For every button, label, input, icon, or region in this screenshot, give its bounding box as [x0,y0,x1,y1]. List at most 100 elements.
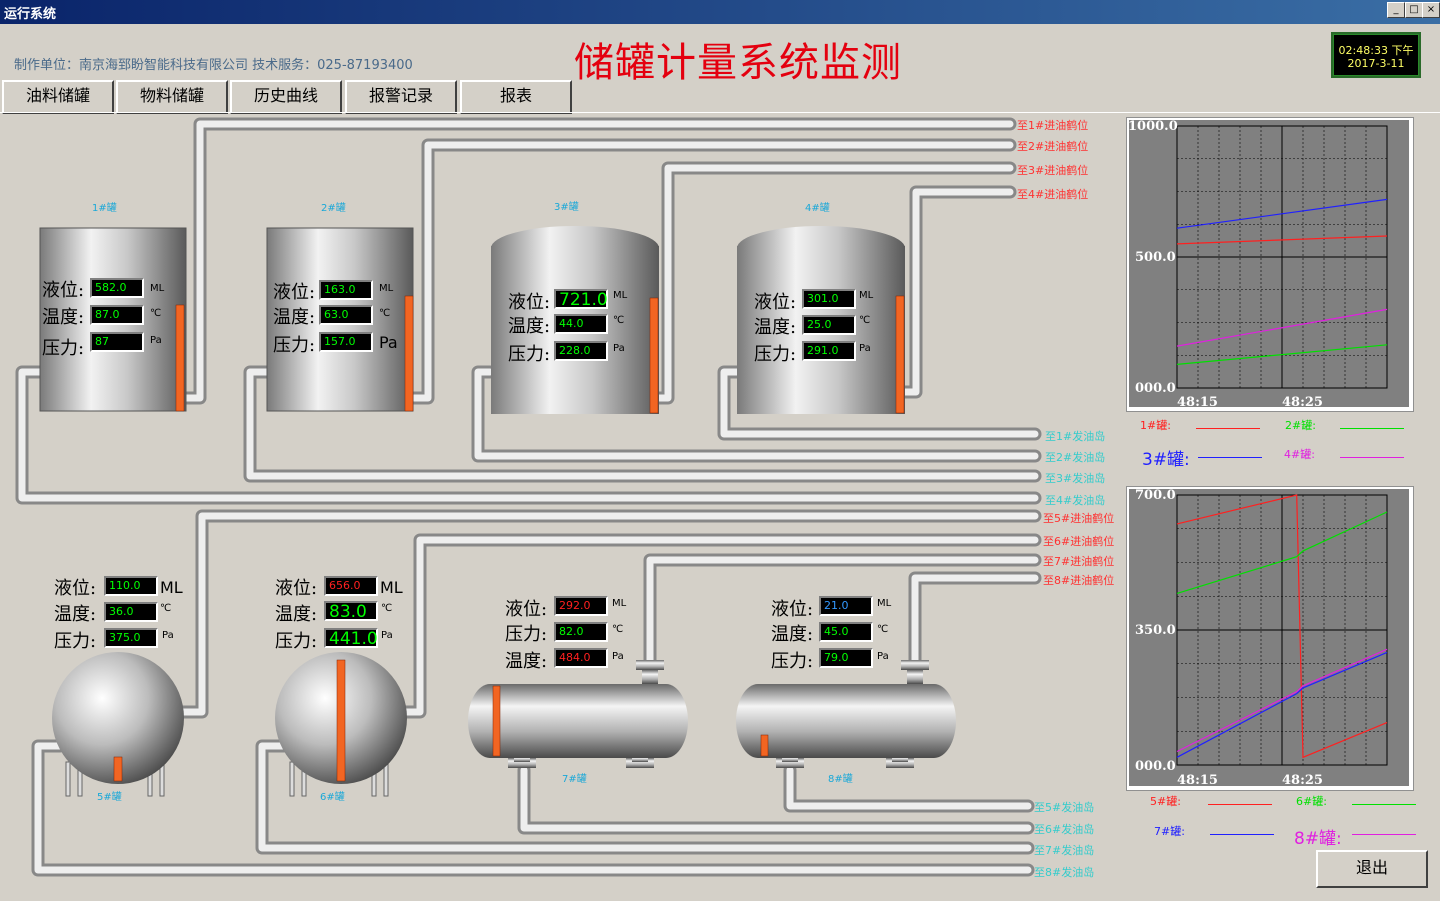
chart2-ytick-top: 700.0 [1135,488,1176,503]
tank-3-level-unit: ML [613,290,628,301]
tank-8-vessel [736,660,956,768]
tank-3-pressure-unit: Pa [613,343,625,354]
tank-6-pressure-label: 压力: [275,631,318,652]
tank-1-temp-label: 温度: [42,307,85,328]
tank-4-level-bar [895,295,905,414]
dest-inlet-6: 至6#进油鹤位 [1043,535,1115,548]
dest-inlet-1: 至1#进油鹤位 [1017,119,1089,132]
legend-tank-8: 8#罐: [1294,829,1342,849]
tank-7-level-value: 292.0 [554,596,608,616]
tank-2-level-value: 163.0 [319,280,373,300]
tank-5-temp-unit: ℃ [160,603,172,614]
tank-4-temp-label: 温度: [754,317,797,338]
tank-2-temp-value: 63.0 [319,305,373,325]
trend-chart-2: 700.0 350.0 000.0 48:15 48:25 [1126,486,1414,791]
chart1-ytick-top: 1000.0 [1128,119,1178,134]
tank-4-level-value: 301.0 [802,289,856,309]
legend-line-8 [1352,834,1416,835]
chart1-ytick-mid: 500.0 [1135,250,1176,265]
tank-6-level-value: 656.0 [324,576,378,596]
tank-5-temp-label: 温度: [54,604,97,625]
legend-tank-7: 7#罐: [1154,825,1185,838]
tank-7-pressure-label: 压力: [505,624,548,645]
tank-6-name: 6#罐 [320,792,345,803]
exit-button[interactable]: 退出 [1316,850,1428,888]
dest-inlet-8: 至8#进油鹤位 [1043,574,1115,587]
tank-2-level-unit: ML [379,283,394,294]
tank-8-temp-value: 45.0 [819,622,873,642]
dest-inlet-3: 至3#进油鹤位 [1017,164,1089,177]
tank-6-level-label: 液位: [275,578,318,599]
tank-4-temp-unit: ℃ [859,315,871,326]
tank-3-level-value: 721.0 [554,289,608,309]
tank-8-temp-unit: ℃ [877,624,889,635]
legend-line-1 [1196,428,1260,429]
tank-7-level-bar [492,685,501,757]
legend-tank-6: 6#罐: [1296,795,1327,808]
tank-1-temp-unit: ℃ [150,308,162,319]
tank-3-pressure-label: 压力: [508,344,551,365]
legend-line-4 [1340,457,1404,458]
chart2-xtick-1: 48:15 [1177,773,1218,788]
chart2-xtick-2: 48:25 [1282,773,1323,788]
tank-2-pressure-unit: Pa [379,333,398,352]
tank-1-level-unit: ML [150,283,165,294]
legend-line-7 [1210,834,1274,835]
tank-1-pressure-unit: Pa [150,335,162,346]
tank-6-pressure-unit: Pa [381,630,393,641]
tank-5-temp-value: 36.0 [104,602,158,622]
dest-outlet-2: 至2#发油岛 [1045,451,1106,464]
chart-grid [1176,494,1388,766]
tank-5-pressure-label: 压力: [54,631,97,652]
tank-3-temp-unit: ℃ [613,315,625,326]
tank-8-temp-label: 温度: [771,624,814,645]
trend-chart-1: 1000.0 500.0 000.0 48:15 48:25 [1126,117,1414,412]
tank-4-pressure-unit: Pa [859,343,871,354]
tank-3-name: 3#罐 [554,202,579,213]
tank-8-name: 8#罐 [828,774,853,785]
tank-1-temp-value: 87.0 [90,305,144,325]
tank-2-pressure-value: 157.0 [319,332,373,352]
tank-8-level-label: 液位: [771,599,814,620]
tank-1-name: 1#罐 [92,203,117,214]
chart2-ytick-mid: 350.0 [1135,623,1176,638]
dest-outlet-6: 至6#发油岛 [1034,823,1095,836]
tank-1-pressure-label: 压力: [42,338,85,359]
tank-2-name: 2#罐 [321,203,346,214]
legend-line-3 [1198,457,1262,458]
tank-2-pressure-label: 压力: [273,335,316,356]
chart1-xtick-1: 48:15 [1177,395,1218,410]
tank-5-pressure-unit: Pa [162,630,174,641]
tank-7-pressure-unit: ℃ [612,624,624,635]
tank-5-level-bar [113,756,123,782]
tank-5-level-label: 液位: [54,578,97,599]
dest-outlet-5: 至5#发油岛 [1034,801,1095,814]
dest-inlet-2: 至2#进油鹤位 [1017,140,1089,153]
tank-7-temp-value: 484.0 [554,648,608,668]
tank-2-level-bar [404,295,414,412]
tank-4-pressure-label: 压力: [754,344,797,365]
tank-7-temp-unit: Pa [612,651,624,662]
chart2-ytick-bottom: 000.0 [1135,759,1176,774]
chart1-ytick-bottom: 000.0 [1135,381,1176,396]
legend-tank-5: 5#罐: [1150,795,1181,808]
chart1-xtick-2: 48:25 [1282,395,1323,410]
tank-6-temp-value: 83.0 [324,601,378,621]
tank-4-name: 4#罐 [805,203,830,214]
tank-5-level-unit: ML [160,578,183,597]
tank-3-pressure-value: 228.0 [554,341,608,361]
tank-3-temp-value: 44.0 [554,314,608,334]
legend-line-2 [1340,428,1404,429]
tank-5-name: 5#罐 [97,792,122,803]
tank-3-level-label: 液位: [508,292,551,313]
tank-7-pressure-value: 82.0 [554,622,608,642]
tank-7-temp-label: 温度: [505,651,548,672]
legend-tank-3: 3#罐: [1142,450,1190,470]
chart-grid [1176,125,1388,389]
tank-6-level-unit: ML [380,578,403,597]
tank-8-level-value: 21.0 [819,596,873,616]
legend-line-6 [1352,804,1416,805]
tank-3-temp-label: 温度: [508,316,551,337]
trend-chart-2-plot [1176,494,1388,766]
tank-7-level-unit: ML [612,598,627,609]
